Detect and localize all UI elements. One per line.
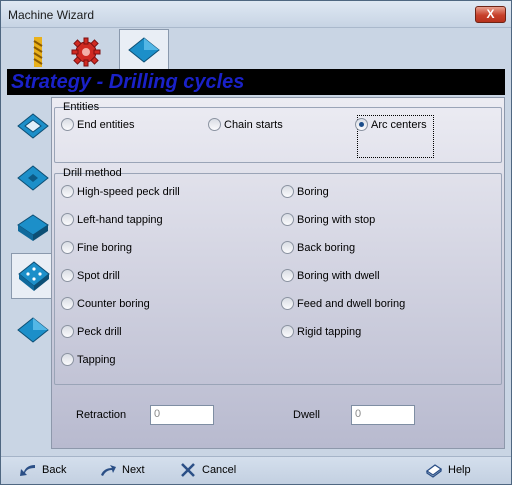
retraction-input[interactable]: 0 <box>150 405 214 425</box>
radio-label: Tapping <box>77 353 116 366</box>
radio-button-selected[interactable] <box>355 118 368 131</box>
radio-tapping[interactable]: Tapping <box>61 353 116 366</box>
slot-icon <box>17 214 49 241</box>
radio-button[interactable] <box>61 353 74 366</box>
radio-button[interactable] <box>281 297 294 310</box>
dwell-label: Dwell <box>293 409 320 421</box>
radio-button[interactable] <box>281 213 294 226</box>
radio-label: High-speed peck drill <box>77 185 180 198</box>
radio-spot-drill[interactable]: Spot drill <box>61 269 120 282</box>
radio-label: Boring with dwell <box>297 269 380 282</box>
title-bar: Machine Wizard X <box>1 1 511 28</box>
radio-label: Boring with stop <box>297 213 376 226</box>
machine-wizard-window: Machine Wizard X Strategy - Drilling cyc… <box>0 0 512 485</box>
help-label: Help <box>448 464 471 476</box>
top-tab-strip <box>9 29 509 71</box>
radio-label: Rigid tapping <box>297 325 362 338</box>
radio-high-speed-peck-drill[interactable]: High-speed peck drill <box>61 185 180 198</box>
radio-button[interactable] <box>61 213 74 226</box>
entities-legend: Entities <box>63 101 100 113</box>
drill-bit-icon <box>33 36 43 67</box>
next-button[interactable]: Next <box>99 462 145 478</box>
tab-strategy[interactable] <box>119 29 169 70</box>
cancel-x-icon <box>181 463 195 477</box>
radio-label: Arc centers <box>371 118 427 131</box>
strategy-panel: Entities End entities Chain starts Arc c… <box>51 97 505 449</box>
radio-back-boring[interactable]: Back boring <box>281 241 355 254</box>
radio-button[interactable] <box>61 185 74 198</box>
side-tab-slot[interactable] <box>13 205 53 251</box>
pocket-icon <box>17 165 49 191</box>
radio-boring[interactable]: Boring <box>281 185 329 198</box>
page-title: Strategy - Drilling cycles <box>7 69 505 95</box>
radio-button[interactable] <box>61 325 74 338</box>
help-button[interactable]: Help <box>425 462 471 478</box>
radio-label: Counter boring <box>77 297 150 310</box>
side-tab-drill[interactable] <box>11 253 55 299</box>
radio-boring-with-stop[interactable]: Boring with stop <box>281 213 375 226</box>
gear-icon <box>71 37 101 66</box>
back-button[interactable]: Back <box>19 462 66 478</box>
cancel-button[interactable]: Cancel <box>179 462 236 478</box>
dwell-input[interactable]: 0 <box>351 405 415 425</box>
surface-icon <box>17 317 49 343</box>
radio-boring-with-dwell[interactable]: Boring with dwell <box>281 269 380 282</box>
side-tab-contour[interactable] <box>13 103 53 149</box>
radio-label: Left-hand tapping <box>77 213 163 226</box>
side-tab-pocket[interactable] <box>13 155 53 201</box>
radio-label: End entities <box>77 118 135 131</box>
radio-counter-boring[interactable]: Counter boring <box>61 297 150 310</box>
radio-label: Chain starts <box>224 118 283 131</box>
back-label: Back <box>42 464 67 476</box>
entities-group: Entities End entities Chain starts Arc c… <box>54 101 502 163</box>
radio-fine-boring[interactable]: Fine boring <box>61 241 132 254</box>
wizard-footer: Back Next Cancel Help <box>1 456 511 484</box>
radio-button[interactable] <box>61 269 74 282</box>
radio-label: Fine boring <box>77 241 133 254</box>
side-tab-strip <box>9 97 55 452</box>
radio-label: Back boring <box>297 241 356 254</box>
radio-button[interactable] <box>281 241 294 254</box>
radio-label: Peck drill <box>77 325 122 338</box>
radio-button[interactable] <box>281 325 294 338</box>
radio-label: Feed and dwell boring <box>297 297 406 310</box>
radio-button[interactable] <box>281 185 294 198</box>
retraction-label: Retraction <box>76 409 127 421</box>
tab-settings[interactable] <box>63 33 109 70</box>
radio-left-hand-tapping[interactable]: Left-hand tapping <box>61 213 163 226</box>
radio-chain-starts[interactable]: Chain starts <box>208 118 283 131</box>
radio-end-entities[interactable]: End entities <box>61 118 134 131</box>
radio-label: Boring <box>297 185 329 198</box>
radio-feed-and-dwell-boring[interactable]: Feed and dwell boring <box>281 297 405 310</box>
radio-arc-centers[interactable]: Arc centers <box>355 118 427 131</box>
contour-icon <box>17 113 49 139</box>
tab-tool[interactable] <box>15 33 61 70</box>
radio-button[interactable] <box>61 297 74 310</box>
cancel-label: Cancel <box>202 464 237 476</box>
next-arrow-icon <box>101 465 116 476</box>
close-button[interactable]: X <box>475 6 506 23</box>
radio-rigid-tapping[interactable]: Rigid tapping <box>281 325 361 338</box>
radio-button[interactable] <box>208 118 221 131</box>
side-tab-surface[interactable] <box>13 307 53 353</box>
next-label: Next <box>122 464 145 476</box>
drill-method-legend: Drill method <box>63 167 122 179</box>
radio-button[interactable] <box>61 241 74 254</box>
back-arrow-icon <box>20 465 35 476</box>
radio-button[interactable] <box>61 118 74 131</box>
drill-icon <box>17 261 50 291</box>
window-title: Machine Wizard <box>8 8 95 22</box>
radio-button[interactable] <box>281 269 294 282</box>
drill-method-group: Drill method High-speed peck drill Left-… <box>54 167 502 385</box>
blue-diamond-icon <box>128 37 160 63</box>
radio-peck-drill[interactable]: Peck drill <box>61 325 122 338</box>
help-book-icon <box>425 464 443 478</box>
radio-label: Spot drill <box>77 269 120 282</box>
